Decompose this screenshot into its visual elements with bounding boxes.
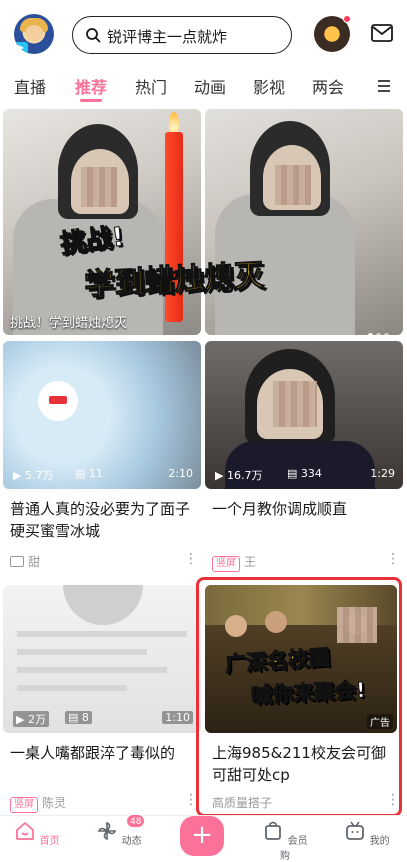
banner-caption: 挑战！学到蜡烛熄灭 [10, 316, 128, 331]
nav-vip-shop-label: 会员购 [280, 836, 308, 862]
category-tabs: 直播 推荐 热门 动画 影视 两会 [0, 66, 407, 106]
tab-recommend[interactable]: 推荐 [75, 74, 107, 98]
pinwheel-icon [98, 821, 117, 841]
video-stats: ▶ 16.7万 ▤ 334 1:29 [215, 467, 395, 483]
tab-hot[interactable]: 热门 [135, 74, 167, 98]
tab-live[interactable]: 直播 [14, 74, 46, 98]
avatar[interactable]: ▶ [14, 14, 54, 54]
carousel-dots [368, 323, 394, 338]
banner-image-right[interactable] [205, 109, 403, 335]
menu-icon[interactable] [376, 79, 392, 93]
play-count: ▶ 2万 [13, 711, 49, 727]
search-placeholder: 锐评博主一点就炸 [107, 28, 228, 46]
mail-icon[interactable] [371, 24, 393, 42]
video-title[interactable]: 一个月教你调成顺直 [212, 498, 400, 520]
highlight-box [196, 577, 402, 817]
more-options-icon[interactable]: ⋮ [386, 551, 400, 567]
video-stats: ▶ 5.7万 ▤ 11 2:10 [13, 467, 193, 483]
notification-count-badge: 48 [126, 814, 146, 828]
video-thumbnail[interactable]: ▶ 16.7万 ▤ 334 1:29 [205, 341, 403, 489]
avatar-face [25, 25, 43, 41]
video-stats: ▶ 2万 ▤ 8 1:10 [13, 711, 193, 727]
banner-overlay-subtitle: 学到蜡烛熄灭 [83, 258, 266, 303]
video-thumbnail[interactable]: ▶ 2万 ▤ 8 1:10 [3, 585, 201, 733]
search-icon [86, 28, 101, 43]
nav-profile[interactable]: 我的 [342, 820, 392, 847]
home-icon [16, 822, 35, 840]
nav-vip-shop[interactable]: 会员购 [260, 820, 310, 862]
notification-dot [343, 15, 351, 23]
video-title[interactable]: 普通人真的没必要为了面子硬买蜜雪冰城 [10, 498, 198, 542]
video-thumbnail[interactable]: ▶ 5.7万 ▤ 11 2:10 [3, 341, 201, 489]
more-options-icon[interactable]: ⋮ [184, 551, 198, 567]
tv-badge-icon: ▶ [14, 42, 28, 54]
blurred-face [81, 167, 117, 207]
bottom-nav: 首页 动态 48 + 会员购 我的 [0, 814, 407, 862]
nav-home-label: 首页 [39, 836, 60, 847]
live-game-icon[interactable] [314, 15, 351, 52]
top-bar: ▶ 锐评博主一点就炸 [0, 0, 407, 66]
tab-two-sessions[interactable]: 两会 [312, 74, 344, 98]
nav-profile-label: 我的 [369, 836, 390, 847]
nav-home[interactable]: 首页 [12, 820, 62, 847]
vertical-tag: 竖屏 [212, 556, 240, 572]
play-count: ▶ 16.7万 [215, 469, 263, 482]
video-duration: 1:10 [162, 711, 193, 724]
video-duration: 2:10 [168, 467, 193, 480]
shopping-bag-icon [265, 821, 282, 840]
play-count: ▶ 5.7万 [13, 469, 54, 482]
uploader-icon [10, 556, 24, 567]
vertical-tag: 竖屏 [10, 797, 38, 813]
candle-flame [169, 112, 179, 134]
video-title[interactable]: 一桌人嘴都跟淬了毒似的 [10, 742, 198, 764]
tab-active-indicator [80, 99, 102, 102]
comment-count: ▤ 11 [75, 467, 103, 480]
search-bar[interactable]: 锐评博主一点就炸 [72, 16, 292, 54]
blurred-face [273, 381, 317, 427]
video-author[interactable]: 甜 [10, 553, 40, 570]
video-author[interactable]: 竖屏王 [212, 553, 256, 572]
video-duration: 1:29 [370, 467, 395, 480]
tab-anime[interactable]: 动画 [194, 74, 226, 98]
tv-icon [346, 821, 365, 840]
tab-film[interactable]: 影视 [253, 74, 285, 98]
video-author[interactable]: 竖屏 陈灵 [10, 794, 66, 813]
comment-count: ▤ 8 [65, 711, 92, 724]
upload-button[interactable]: + [180, 816, 224, 856]
comment-count: ▤ 334 [287, 467, 322, 480]
banner-overlay-title: 挑战! [58, 222, 126, 261]
nav-feed-label: 动态 [121, 836, 142, 847]
blurred-face [275, 165, 311, 205]
